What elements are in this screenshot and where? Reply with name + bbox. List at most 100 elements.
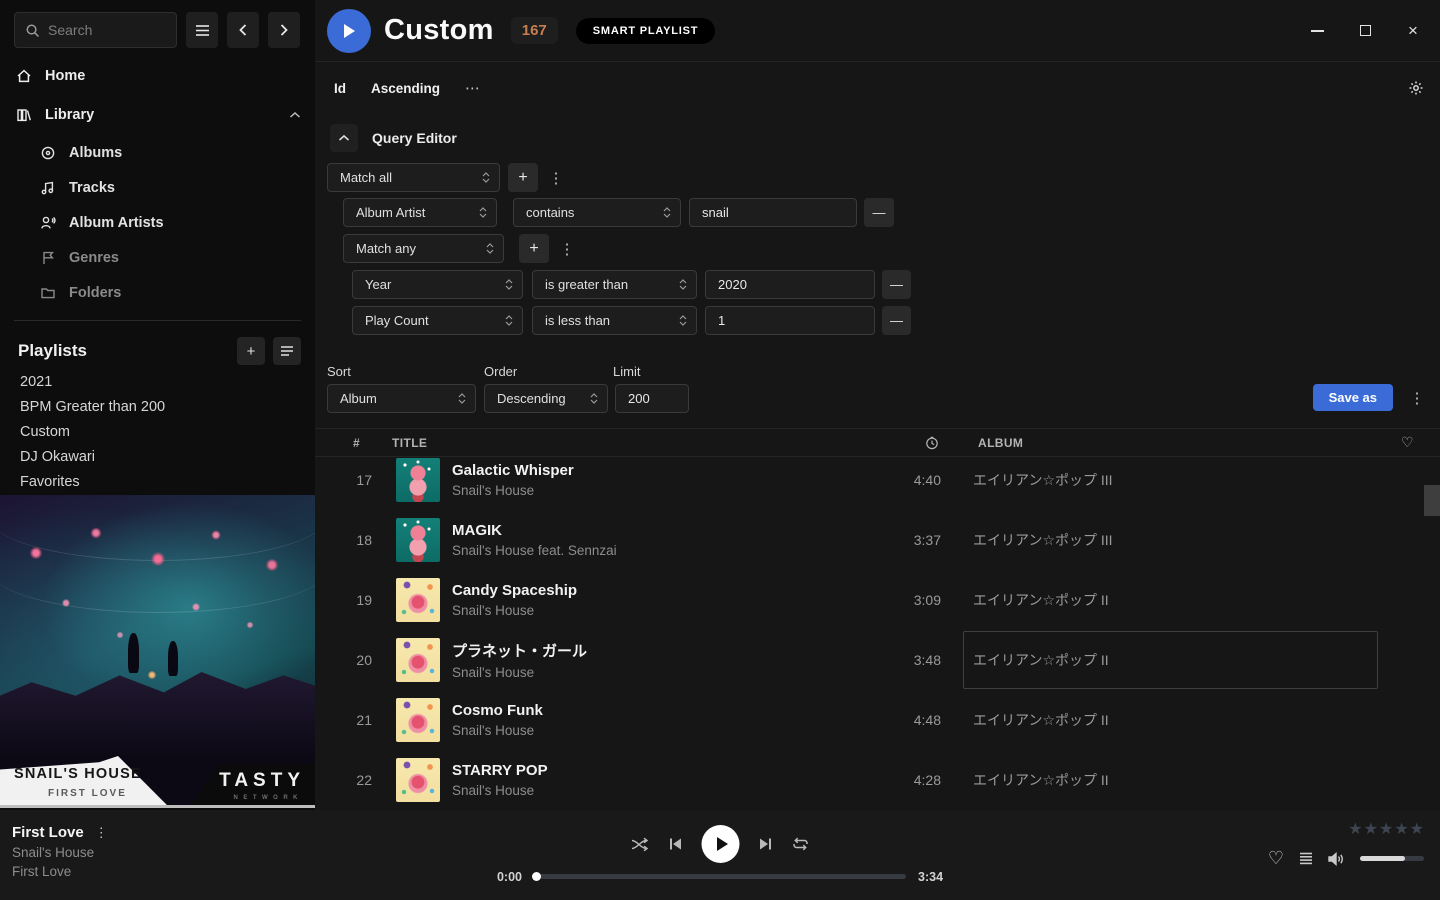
- rule-value-input[interactable]: [705, 270, 875, 299]
- remove-rule-button[interactable]: —: [882, 270, 911, 299]
- save-as-button[interactable]: Save as: [1313, 384, 1393, 411]
- forward-button[interactable]: [268, 12, 300, 48]
- star-icon[interactable]: ★: [1410, 819, 1424, 839]
- sort-field-button[interactable]: Id: [334, 81, 346, 96]
- remove-rule-button[interactable]: —: [864, 198, 894, 227]
- close-button[interactable]: ×: [1404, 22, 1422, 40]
- rule-operator-select[interactable]: is greater than: [532, 270, 697, 299]
- playlist-options-button[interactable]: [273, 337, 301, 365]
- rule-field-select[interactable]: Album Artist: [343, 198, 497, 227]
- track-row[interactable]: 22 STARRY POP Snail's House 4:28 エイリアン☆ポ…: [315, 750, 1440, 810]
- minimize-icon: [1311, 30, 1324, 32]
- sidebar-item-folders[interactable]: Folders: [40, 281, 301, 305]
- add-rule-button[interactable]: +: [508, 163, 538, 192]
- volume-slider[interactable]: [1360, 856, 1424, 861]
- seek-bar[interactable]: [534, 874, 906, 879]
- artwork-figure: [168, 641, 178, 676]
- track-row[interactable]: 20 プラネット・ガール Snail's House 3:48 エイリアン☆ポッ…: [315, 630, 1440, 690]
- track-number: 22: [315, 772, 372, 788]
- query-editor-collapse-button[interactable]: [330, 124, 358, 152]
- repeat-button[interactable]: [792, 837, 810, 851]
- track-album[interactable]: エイリアン☆ポップ II: [963, 691, 1378, 749]
- sidebar-item-tracks[interactable]: Tracks: [40, 176, 301, 200]
- play-icon: [715, 836, 729, 852]
- now-playing-menu-button[interactable]: ⋮: [95, 825, 108, 841]
- column-album[interactable]: ALBUM: [978, 429, 1023, 456]
- scrollbar-thumb[interactable]: [1424, 485, 1440, 516]
- rule-operator-select[interactable]: contains: [513, 198, 681, 227]
- favorite-button[interactable]: ♡: [1268, 848, 1284, 869]
- remove-rule-button[interactable]: —: [882, 306, 911, 335]
- star-icon[interactable]: ★: [1348, 819, 1362, 839]
- track-row[interactable]: 18 MAGIK Snail's House feat. Sennzai 3:3…: [315, 510, 1440, 570]
- track-row[interactable]: 21 Cosmo Funk Snail's House 4:48 エイリアン☆ポ…: [315, 690, 1440, 750]
- maximize-button[interactable]: [1356, 22, 1374, 40]
- sidebar-item-home[interactable]: Home: [16, 63, 301, 89]
- rule-field-select[interactable]: Play Count: [352, 306, 523, 335]
- add-rule-button[interactable]: +: [519, 234, 549, 263]
- rule-value-input[interactable]: [705, 306, 875, 335]
- track-album[interactable]: エイリアン☆ポップ II: [963, 571, 1378, 629]
- order-select[interactable]: Descending: [484, 384, 608, 413]
- chevron-up-icon[interactable]: [289, 111, 301, 119]
- group-menu-button[interactable]: ⋮: [558, 234, 576, 263]
- sidebar-item-albums[interactable]: Albums: [40, 141, 301, 165]
- queue-button[interactable]: [1299, 852, 1313, 865]
- rule-field-select[interactable]: Year: [352, 270, 523, 299]
- column-number[interactable]: #: [353, 429, 360, 456]
- column-title[interactable]: TITLE: [392, 429, 427, 456]
- track-artwork: [396, 758, 440, 802]
- add-playlist-button[interactable]: +: [237, 337, 265, 365]
- match-mode-select[interactable]: Match all: [327, 163, 500, 192]
- seek-knob[interactable]: [532, 872, 541, 881]
- volume-button[interactable]: [1328, 852, 1345, 866]
- back-button[interactable]: [227, 12, 259, 48]
- rule-value-input[interactable]: [689, 198, 857, 227]
- sort-select[interactable]: Album: [327, 384, 476, 413]
- caret-updown-icon: [679, 279, 687, 290]
- play-pause-button[interactable]: [702, 825, 740, 863]
- play-playlist-button[interactable]: [327, 9, 371, 53]
- save-menu-button[interactable]: ⋮: [1408, 383, 1426, 412]
- kebab-icon: ⋮: [549, 169, 564, 187]
- track-album-focused[interactable]: エイリアン☆ポップ II: [963, 631, 1378, 689]
- search-input[interactable]: [48, 22, 158, 38]
- track-title: プラネット・ガール: [452, 640, 587, 661]
- rule-operator-select[interactable]: is less than: [532, 306, 697, 335]
- group-menu-button[interactable]: ⋮: [547, 163, 565, 192]
- playlist-item[interactable]: BPM Greater than 200: [20, 396, 301, 417]
- now-playing-info: First Love ⋮ Snail's House First Love: [12, 824, 108, 879]
- minus-icon: —: [873, 205, 886, 220]
- previous-button[interactable]: [669, 837, 683, 851]
- sidebar-item-library[interactable]: Library: [16, 102, 301, 128]
- sidebar-item-label: Home: [45, 68, 85, 84]
- sidebar-item-album-artists[interactable]: Album Artists: [40, 211, 301, 235]
- track-album[interactable]: エイリアン☆ポップ III: [963, 511, 1378, 569]
- caret-updown-icon: [663, 207, 671, 218]
- sort-direction-button[interactable]: Ascending: [371, 81, 440, 96]
- star-icon[interactable]: ★: [1394, 819, 1408, 839]
- track-album[interactable]: エイリアン☆ポップ II: [963, 751, 1378, 809]
- search-box[interactable]: [14, 12, 177, 48]
- minimize-button[interactable]: [1308, 22, 1326, 40]
- track-row[interactable]: 19 Candy Spaceship Snail's House 3:09 エイ…: [315, 570, 1440, 630]
- shuffle-button[interactable]: [631, 837, 650, 852]
- playlist-item[interactable]: DJ Okawari: [20, 446, 301, 467]
- track-row[interactable]: 17 Galactic Whisper Snail's House 4:40 エ…: [315, 457, 1440, 510]
- menu-button[interactable]: [186, 12, 218, 48]
- more-options-button[interactable]: ⋯: [465, 79, 481, 97]
- playlist-item[interactable]: Favorites: [20, 471, 301, 492]
- star-icon[interactable]: ★: [1364, 819, 1378, 839]
- track-album[interactable]: エイリアン☆ポップ III: [963, 457, 1378, 509]
- playlist-item[interactable]: Custom: [20, 421, 301, 442]
- track-artwork: [396, 698, 440, 742]
- limit-input[interactable]: [615, 384, 689, 413]
- next-button[interactable]: [759, 837, 773, 851]
- settings-button[interactable]: [1408, 80, 1424, 96]
- match-mode-select[interactable]: Match any: [343, 234, 504, 263]
- playlist-item[interactable]: 2021: [20, 371, 301, 392]
- column-duration[interactable]: [919, 429, 945, 456]
- column-favorite[interactable]: ♡: [1401, 429, 1414, 456]
- sidebar-item-genres[interactable]: Genres: [40, 246, 301, 270]
- star-icon[interactable]: ★: [1379, 819, 1393, 839]
